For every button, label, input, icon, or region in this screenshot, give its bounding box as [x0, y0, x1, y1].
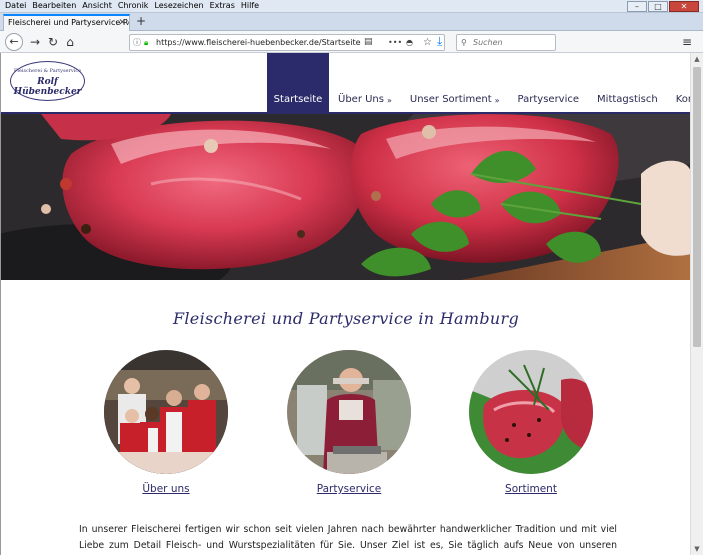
bookmark-star-icon[interactable]: ☆	[423, 35, 432, 50]
hero-meat-illustration	[1, 114, 691, 280]
pocket-icon[interactable]: ◓	[406, 35, 413, 50]
logo-name: Rolf Hübenbecker	[13, 77, 82, 97]
nav-mittagstisch[interactable]: Mittagstisch	[588, 53, 667, 112]
site-navigation: Startseite Über Uns» Unser Sortiment» Pa…	[267, 53, 703, 112]
page-actions-icon[interactable]: •••	[388, 35, 402, 50]
site-logo[interactable]: Fleischerei & Partyservice Rolf Hübenbec…	[10, 61, 85, 101]
close-tab-icon[interactable]: ✕	[118, 16, 126, 30]
window-titlebar: Datei Bearbeiten Ansicht Chronik Lesezei…	[0, 0, 703, 13]
lock-icon[interactable]: 🔒︎	[144, 35, 148, 50]
intro-text: In unserer Fleischerei fertigen wir scho…	[79, 524, 617, 551]
scroll-up-icon[interactable]: ▲	[691, 53, 703, 65]
link-partyservice[interactable]: Partyservice	[287, 483, 411, 495]
window-controls: – □ ✕	[627, 1, 699, 12]
search-icon: ⚲	[461, 38, 467, 47]
menu-bearbeiten[interactable]: Bearbeiten	[29, 0, 79, 12]
team-photo[interactable]	[104, 350, 228, 474]
menu-bar: Datei Bearbeiten Ansicht Chronik Lesezei…	[2, 0, 262, 12]
tab-strip: Fleischerei und Partyservice Rolf Hü ✕ +	[0, 13, 703, 31]
nav-unser-sortiment[interactable]: Unser Sortiment»	[401, 53, 509, 112]
link-ueber-uns[interactable]: Über uns	[104, 483, 228, 495]
menu-hilfe[interactable]: Hilfe	[238, 0, 262, 12]
steak-photo[interactable]	[469, 350, 593, 474]
feature-partyservice: Partyservice	[287, 350, 411, 495]
tab-title: Fleischerei und Partyservice Rolf Hü	[8, 18, 129, 27]
new-tab-icon[interactable]: +	[136, 14, 146, 29]
feature-ueber-uns: Über uns	[104, 350, 228, 495]
search-input[interactable]	[473, 36, 553, 49]
search-bar[interactable]: ⚲	[456, 34, 556, 51]
nav-ueber-uns[interactable]: Über Uns»	[329, 53, 401, 112]
forward-icon[interactable]: →	[27, 34, 43, 50]
nav-startseite[interactable]: Startseite	[267, 53, 329, 112]
menu-lesezeichen[interactable]: Lesezeichen	[151, 0, 206, 12]
info-icon[interactable]: ⓘ	[133, 35, 141, 50]
link-sortiment[interactable]: Sortiment	[469, 483, 593, 495]
menu-extras[interactable]: Extras	[207, 0, 238, 12]
close-window-button[interactable]: ✕	[669, 1, 699, 12]
url-text[interactable]: https://www.fleischerei-huebenbecker.de/…	[156, 35, 361, 50]
vertical-scrollbar[interactable]: ▲ ▼	[690, 53, 703, 555]
menu-chronik[interactable]: Chronik	[115, 0, 152, 12]
butcher-photo[interactable]	[287, 350, 411, 474]
menu-ansicht[interactable]: Ansicht	[79, 0, 115, 12]
hamburger-menu-icon[interactable]: ≡	[682, 34, 692, 50]
page-viewport: Fleischerei & Partyservice Rolf Hübenbec…	[0, 53, 703, 555]
menu-datei[interactable]: Datei	[2, 0, 29, 12]
feature-sortiment: Sortiment	[469, 350, 593, 495]
back-icon[interactable]: ←	[5, 33, 23, 51]
submenu-arrow-icon: »	[494, 96, 500, 105]
logo-tagline: Fleischerei & Partyservice	[13, 68, 82, 74]
nav-partyservice[interactable]: Partyservice	[509, 53, 588, 112]
browser-tab-active[interactable]: Fleischerei und Partyservice Rolf Hü ✕	[3, 14, 130, 31]
submenu-arrow-icon: »	[386, 96, 392, 105]
nav-toolbar: ← → ↻ ⌂ ⓘ 🔒︎ https://www.fleischerei-hue…	[0, 31, 703, 53]
minimize-button[interactable]: –	[627, 1, 647, 12]
maximize-button[interactable]: □	[648, 1, 668, 12]
download-icon[interactable]: ⤓	[437, 34, 442, 49]
url-bar[interactable]: ⓘ 🔒︎ https://www.fleischerei-huebenbecke…	[129, 34, 445, 51]
reader-view-icon[interactable]: ▤	[364, 35, 373, 50]
reload-icon[interactable]: ↻	[45, 34, 61, 50]
home-icon[interactable]: ⌂	[62, 34, 78, 50]
scrollbar-thumb[interactable]	[693, 67, 701, 347]
scroll-down-icon[interactable]: ▼	[691, 543, 703, 555]
page-heading: Fleischerei und Partyservice in Hamburg	[172, 309, 520, 328]
hero-image	[1, 114, 691, 280]
